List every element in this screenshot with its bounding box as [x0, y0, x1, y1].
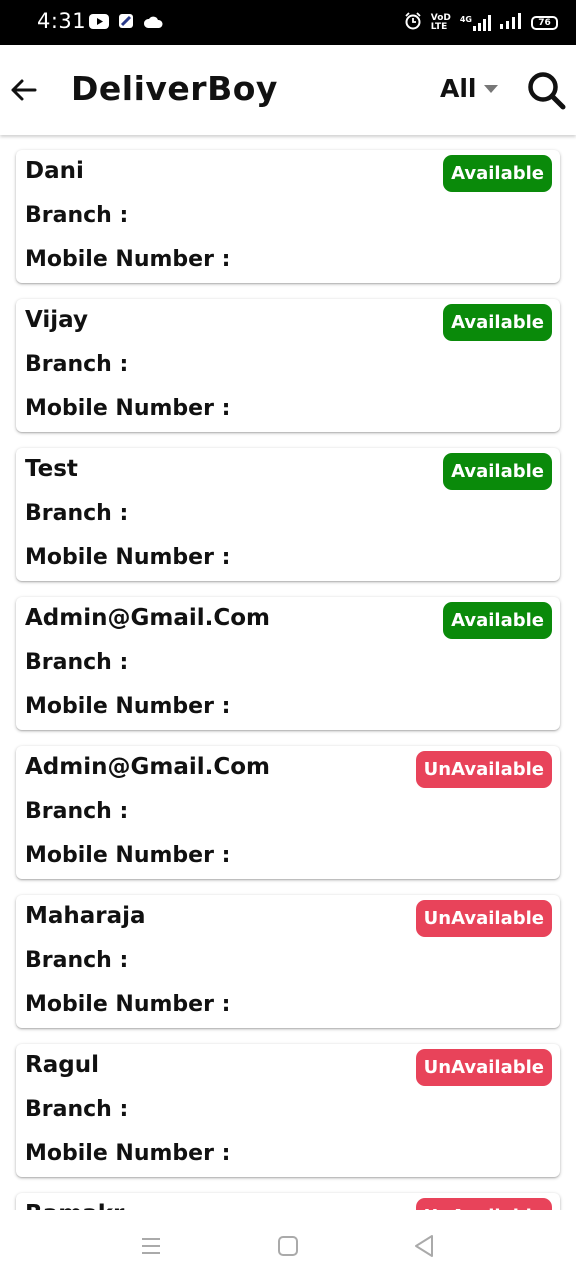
app-icon — [118, 13, 134, 33]
status-bar: 4:31 VoD LTE 4G 76 — [0, 0, 576, 45]
delivery-boy-name: Admin@Gmail.Com — [25, 605, 271, 631]
search-button[interactable] — [525, 70, 567, 112]
status-filter-dropdown[interactable]: All — [440, 74, 499, 103]
delivery-boy-list[interactable]: Dani Available Branch : Mobile Number : Vija… — [0, 135, 576, 1210]
delivery-boy-card[interactable]: Maharaja UnAvailable Branch : Mobile Number… — [16, 895, 560, 1028]
notification-icons — [89, 13, 163, 33]
delivery-boy-name: Vijay — [25, 307, 88, 333]
status-badge[interactable]: Available — [443, 155, 552, 192]
alarm-icon — [404, 12, 422, 34]
branch-label: Branch : — [25, 203, 129, 228]
delivery-boy-card[interactable]: Test Available Branch : Mobile Number : — [16, 448, 560, 581]
page-title: DeliverBoy — [71, 69, 278, 108]
filter-value: All — [440, 74, 477, 103]
status-badge[interactable]: UnAvailable — [415, 1198, 552, 1210]
status-time: 4:31 — [37, 9, 87, 33]
cloud-icon — [143, 14, 163, 33]
youtube-icon — [89, 13, 109, 33]
mobile-number-label: Mobile Number : — [25, 247, 231, 272]
branch-label: Branch : — [25, 799, 129, 824]
status-badge[interactable]: UnAvailable — [415, 751, 552, 788]
mobile-number-label: Mobile Number : — [25, 843, 231, 868]
status-badge[interactable]: Available — [443, 602, 552, 639]
mobile-number-label: Mobile Number : — [25, 694, 231, 719]
delivery-boy-name: Ramakr — [25, 1201, 124, 1210]
delivery-boy-name: Test — [25, 456, 78, 482]
mobile-number-label: Mobile Number : — [25, 1141, 231, 1166]
branch-label: Branch : — [25, 501, 129, 526]
back-button[interactable] — [6, 73, 40, 107]
volte-label: VoD LTE — [430, 13, 451, 32]
delivery-boy-card[interactable]: Vijay Available Branch : Mobile Number : — [16, 299, 560, 432]
delivery-boy-name: Maharaja — [25, 903, 146, 929]
recent-apps-button[interactable] — [137, 1232, 165, 1260]
search-icon — [528, 72, 566, 110]
branch-label: Branch : — [25, 352, 129, 377]
delivery-boy-card[interactable]: RamakrUnAvailableBranch :Mobile Number : — [16, 1193, 560, 1210]
menu-icon — [142, 1238, 160, 1254]
delivery-boy-name: Ragul — [25, 1052, 99, 1078]
back-arrow-icon — [11, 79, 37, 101]
branch-label: Branch : — [25, 948, 129, 973]
status-badge[interactable]: Available — [443, 453, 552, 490]
branch-label: Branch : — [25, 650, 129, 675]
branch-label: Branch : — [25, 1097, 129, 1122]
status-badge[interactable]: Available — [443, 304, 552, 341]
status-badge[interactable]: UnAvailable — [415, 1049, 552, 1086]
signal-icon-2 — [500, 13, 522, 33]
battery-icon: 76 — [531, 16, 558, 30]
home-square-icon — [278, 1236, 298, 1256]
status-badge[interactable]: UnAvailable — [415, 900, 552, 937]
mobile-number-label: Mobile Number : — [25, 545, 231, 570]
back-triangle-icon — [415, 1235, 433, 1257]
home-button[interactable] — [274, 1232, 302, 1260]
delivery-boy-card[interactable]: Admin@Gmail.Com Available Branch : Mobile N… — [16, 597, 560, 730]
back-nav-button[interactable] — [410, 1232, 438, 1260]
system-icons: VoD LTE 4G 76 — [404, 12, 558, 34]
app-bar: DeliverBoy All — [0, 45, 576, 135]
dropdown-caret-icon — [483, 84, 498, 93]
mobile-number-label: Mobile Number : — [25, 992, 231, 1017]
delivery-boy-card[interactable]: Admin@Gmail.Com UnAvailable Branch : Mobile… — [16, 746, 560, 879]
delivery-boy-name: Admin@Gmail.Com — [25, 754, 271, 780]
delivery-boy-card[interactable]: Dani Available Branch : Mobile Number : — [16, 150, 560, 283]
delivery-boy-card[interactable]: Ragul UnAvailable Branch : Mobile Number : — [16, 1044, 560, 1177]
signal-icon: 4G — [460, 15, 491, 31]
mobile-number-label: Mobile Number : — [25, 396, 231, 421]
navigation-bar — [0, 1210, 576, 1280]
delivery-boy-name: Dani — [25, 158, 84, 184]
